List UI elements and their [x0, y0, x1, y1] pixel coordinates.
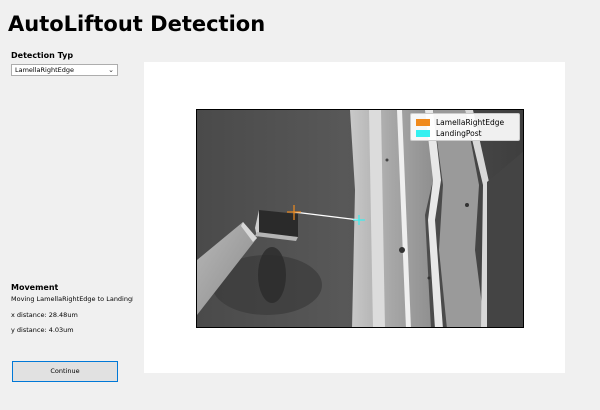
legend-swatch [416, 130, 430, 137]
legend-label: LandingPost [436, 129, 482, 138]
y-distance-text: y distance: 4.03um [11, 326, 74, 334]
legend: LamellaRightEdge LandingPost [410, 113, 520, 141]
legend-label: LamellaRightEdge [436, 118, 505, 127]
chevron-down-icon: ⌄ [108, 66, 114, 74]
detection-type-label: Detection Typ [11, 51, 74, 60]
microscope-image [196, 109, 524, 328]
movement-text: Moving LamellaRightEdge to LandingP [11, 295, 133, 303]
detection-type-value: LamellaRightEdge [15, 66, 75, 74]
detection-type-select[interactable]: LamellaRightEdge ⌄ [11, 64, 118, 76]
continue-button[interactable]: Continue [12, 361, 118, 382]
app-title: AutoLiftout Detection [8, 12, 266, 36]
legend-swatch [416, 119, 430, 126]
x-distance-text: x distance: 28.48um [11, 311, 78, 319]
movement-label: Movement [11, 283, 59, 292]
